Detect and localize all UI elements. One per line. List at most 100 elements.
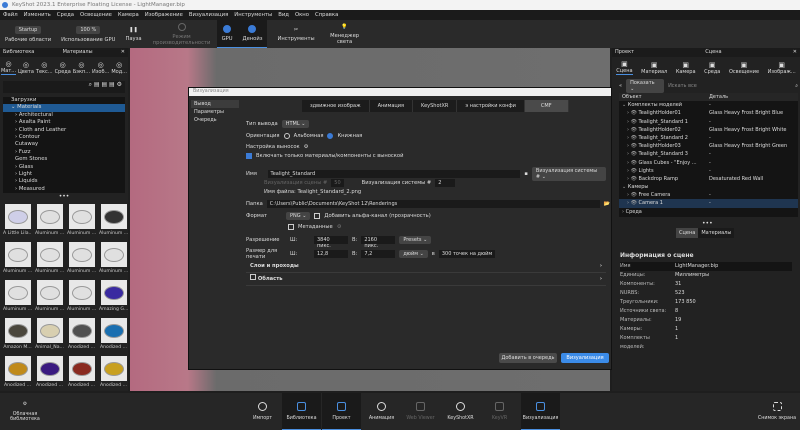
splitter-handle[interactable]: ••• (702, 220, 713, 227)
name-input[interactable]: Tealight_Standard (267, 170, 521, 178)
presets-select[interactable]: Presets ⌄ (399, 236, 432, 244)
tools-button[interactable]: ✂ Инструменты (267, 20, 324, 48)
tree-item[interactable]: › Cloth and Leather (3, 127, 125, 134)
material-thumbnail[interactable]: Amazon M... (3, 318, 32, 350)
menu-item[interactable]: Визуализация (189, 10, 228, 20)
close-icon[interactable]: ✕ (793, 48, 797, 57)
region-checkbox[interactable] (250, 274, 256, 280)
scene-search-input[interactable] (668, 82, 759, 90)
scene-tree-row[interactable]: ⌄ Камеры (619, 183, 798, 191)
menu-item[interactable]: Изменить (24, 10, 51, 20)
menu-item[interactable]: Справка (315, 10, 338, 20)
menu-item[interactable]: Камера (118, 10, 139, 20)
output-tab[interactable]: Анимация (370, 100, 414, 112)
light-manager-button[interactable]: 💡 Менеджер света (325, 20, 365, 48)
menu-item[interactable]: Инструменты (234, 10, 272, 20)
scene-tree-row[interactable]: ⌄ Комплекты моделей - (619, 101, 798, 109)
material-thumbnail[interactable]: Anodized ... (99, 356, 128, 388)
cloud-library-button[interactable]: ⚙ Облачная библиотека (5, 393, 45, 430)
metadata-checkbox[interactable] (288, 224, 294, 230)
tree-item[interactable]: › Glass (3, 164, 125, 171)
resolution-height-input[interactable]: 2160 пикс. (361, 236, 396, 249)
tree-item[interactable]: › Fuzz (3, 149, 125, 156)
material-thumbnail[interactable]: A Little Lila... (3, 204, 32, 236)
scene-tree-row[interactable]: › 👁 Backdrop Ramp Desaturated Red Wall (619, 175, 798, 183)
project-tab[interactable]: ▣ Сцена (616, 60, 633, 75)
project-tab[interactable]: ▣ Среда (704, 61, 720, 75)
menu-item[interactable]: Вид (278, 10, 289, 20)
material-thumbnail[interactable]: Aluminum ... (3, 280, 32, 312)
visibility-eye-icon[interactable]: › 👁 (627, 176, 639, 182)
library-tab[interactable]: ◎ Мат... (0, 60, 17, 75)
library-tab[interactable]: ◎ Мод... (111, 61, 127, 75)
gpu-toggle[interactable]: GPU (216, 20, 238, 48)
material-thumbnail[interactable]: Anodized ... (3, 356, 32, 388)
render-bottom-button[interactable]: Визуализация (521, 393, 560, 430)
gpu-usage-control[interactable]: 100 % Использование GPU (56, 20, 120, 48)
library-tab[interactable]: ◎ Текс... (36, 61, 53, 75)
suffix-select[interactable]: Визуализация системы # ⌄ (531, 167, 606, 181)
tree-item[interactable]: Загрузки (3, 97, 125, 104)
material-thumbnail[interactable]: Aluminum ... (35, 280, 64, 312)
library-button[interactable]: Библиотека (282, 393, 321, 430)
web-viewer-button[interactable]: Web Viewer (401, 393, 440, 430)
scene-tree-row[interactable]: › 👁 Glass Cubes - "Enjoy ... - (619, 159, 798, 167)
tree-item[interactable]: › Light (3, 171, 125, 178)
material-thumbnail[interactable]: Anodized ... (67, 356, 96, 388)
library-tab[interactable]: ◎ Изоб... (92, 61, 109, 75)
tab-materials[interactable]: Материалы (698, 228, 735, 238)
material-thumbnail[interactable]: Animal_Na... (35, 318, 64, 350)
material-thumbnail[interactable]: Amazing G... (99, 280, 128, 312)
material-thumbnail[interactable]: Aluminum ... (99, 204, 128, 236)
visibility-eye-icon[interactable]: › 👁 (627, 110, 639, 116)
collapse-icon[interactable]: « (619, 83, 622, 89)
add-to-queue-button[interactable]: Добавить в очередь (499, 353, 557, 363)
material-thumbnail[interactable]: Aluminum ... (67, 280, 96, 312)
layers-section[interactable]: Слои и проходы › (246, 260, 606, 273)
menu-item[interactable]: Освещение (80, 10, 112, 20)
portrait-radio[interactable] (327, 133, 334, 139)
menu-item[interactable]: Файл (3, 10, 18, 20)
scene-tree-row[interactable]: › 👁 Camera 1 - (619, 199, 798, 208)
project-tab[interactable]: ▣ Камера (676, 61, 696, 75)
output-type-select[interactable]: HTML ⌄ (281, 120, 310, 128)
format-select[interactable]: PNG ⌄ (286, 212, 311, 220)
show-select[interactable]: Показать ⌄ (626, 79, 665, 93)
visibility-eye-icon[interactable]: › 👁 (627, 143, 639, 149)
region-section[interactable]: Область › (246, 273, 606, 286)
material-thumbnail[interactable]: Aluminum ... (67, 204, 96, 236)
material-thumbnail[interactable]: Aluminum ... (67, 242, 96, 274)
visibility-eye-icon[interactable]: › 👁 (627, 119, 639, 125)
scene-tree-row[interactable]: › 👁 Free Camera - (619, 191, 798, 199)
menu-item[interactable]: Среда (57, 10, 74, 20)
gpu-usage-select[interactable]: 100 % (76, 25, 101, 34)
include-only-checkbox[interactable] (246, 153, 252, 159)
project-tab[interactable]: ▣ Материал (641, 61, 667, 75)
project-button[interactable]: Проект (322, 393, 361, 430)
search-icon[interactable]: ⌕ (795, 83, 798, 89)
keyvr-button[interactable]: KeyVR (480, 393, 519, 430)
unit-select[interactable]: дюйм ⌄ (399, 250, 428, 258)
import-button[interactable]: Импорт (243, 393, 282, 430)
print-width-input[interactable]: 12,8 (314, 250, 348, 258)
dialog-nav-item[interactable]: Вывод (191, 100, 239, 108)
output-tab[interactable]: CMF (524, 100, 569, 112)
scene-tree-row[interactable]: › 👁 TealightHolder02 Glass Heavy Frost Br… (619, 126, 798, 134)
tree-item[interactable]: Gem Stones (3, 156, 125, 163)
scene-tree-row[interactable]: › 👁 Lights - (619, 167, 798, 175)
menu-item[interactable]: Окно (295, 10, 309, 20)
animation-button[interactable]: Анимация (362, 393, 401, 430)
workspace-select[interactable]: Startup (14, 25, 42, 34)
scene-tree-row[interactable]: › 👁 Tealight_Standard 3 - (619, 150, 798, 158)
denoise-toggle[interactable]: Денойз (237, 20, 268, 48)
project-tab[interactable]: ▣ Освещение (729, 61, 759, 75)
tree-item[interactable]: › Contour (3, 134, 125, 141)
library-tab[interactable]: ◎ Среда (55, 61, 71, 75)
dialog-nav-item[interactable]: Очередь (191, 116, 239, 124)
landscape-radio[interactable] (283, 133, 290, 139)
splitter-handle[interactable]: ••• (0, 193, 128, 200)
visibility-eye-icon[interactable]: › 👁 (627, 127, 639, 133)
library-tab[interactable]: ◎ Цвета (18, 61, 34, 75)
workspace-control[interactable]: Startup Рабочие области (0, 20, 56, 48)
resolution-width-input[interactable]: 3840 пикс. (314, 236, 348, 249)
